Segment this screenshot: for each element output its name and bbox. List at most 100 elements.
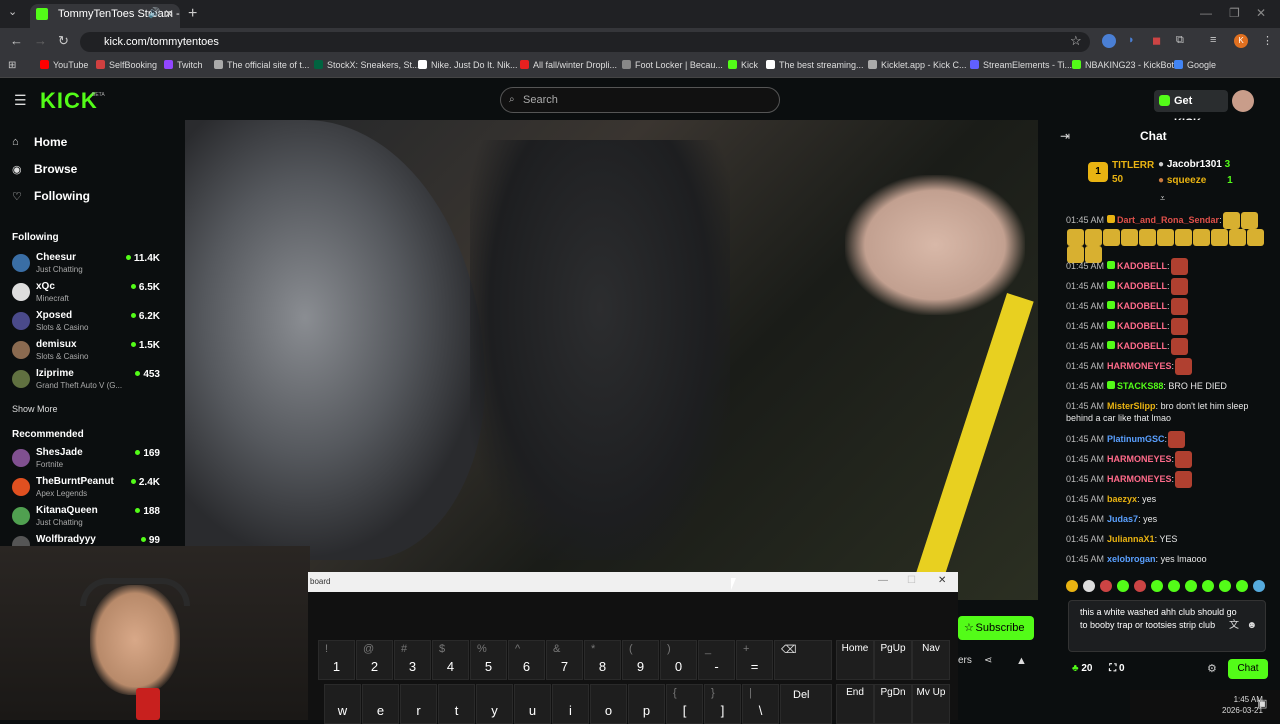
minimize-window-button[interactable]: —	[1200, 6, 1212, 20]
extension-icon[interactable]: ◗	[1128, 34, 1135, 46]
keyboard-key[interactable]: | \	[742, 684, 779, 724]
bookmark-item[interactable]: The best streaming...	[766, 60, 864, 70]
keyboard-title-bar[interactable]: board	[308, 572, 958, 592]
bookmark-item[interactable]: YouTube	[40, 60, 88, 70]
sidebar-channel-following[interactable]: demisux Slots & Casino 1.5K	[12, 339, 162, 365]
bookmark-item[interactable]: Kicklet.app - Kick C...	[868, 60, 967, 70]
delete-key[interactable]: Del	[780, 684, 832, 724]
pinned-gifter-second[interactable]: ● Jacobr1301 3	[1158, 159, 1230, 170]
tab-search-icon[interactable]: ≡	[1210, 34, 1216, 46]
keyboard-nav-key[interactable]: PgDn	[874, 684, 912, 724]
emote-shortcut-icon[interactable]	[1100, 580, 1112, 592]
keyboard-key[interactable]: % 5	[470, 640, 507, 680]
bookmark-item[interactable]: Nike. Just Do It. Nik...	[418, 60, 518, 70]
sidebar-channel-recommended[interactable]: KitanaQueen Just Chatting 188	[12, 505, 162, 531]
keyboard-key[interactable]: ^ 6	[508, 640, 545, 680]
bookmark-item[interactable]: SelfBooking	[96, 60, 157, 70]
keyboard-key[interactable]: e	[362, 684, 399, 724]
keyboard-key[interactable]: o	[590, 684, 627, 724]
keyboard-close-icon[interactable]: ✕	[938, 575, 946, 586]
keyboard-key[interactable]: w	[324, 684, 361, 724]
message-username[interactable]: PlatinumGSC	[1107, 434, 1165, 444]
message-username[interactable]: KADOBELL	[1117, 281, 1167, 291]
keyboard-key[interactable]: _ -	[698, 640, 735, 680]
sidebar-channel-following[interactable]: Cheesur Just Chatting 11.4K	[12, 252, 162, 278]
bookmark-item[interactable]: StreamElements - Ti...	[970, 60, 1072, 70]
bookmark-item[interactable]: Kick	[728, 60, 758, 70]
url-input[interactable]: kick.com/tommytentoes	[80, 32, 1090, 52]
sidebar-channel-following[interactable]: Xposed Slots & Casino 6.2K	[12, 310, 162, 336]
sidebar-channel-following[interactable]: Iziprime Grand Theft Auto V (G... 453	[12, 368, 162, 394]
message-username[interactable]: MisterSlipp	[1107, 401, 1156, 411]
show-more-link[interactable]: Show More	[12, 404, 58, 414]
emote-shortcut-icon[interactable]	[1134, 580, 1146, 592]
chat-settings-icon[interactable]: ⚙	[1207, 662, 1217, 675]
sidebar-item-browse[interactable]: Browse	[34, 162, 77, 176]
keyboard-key[interactable]: (9	[622, 640, 659, 680]
keyboard-key[interactable]: }]	[704, 684, 741, 724]
keyboard-nav-key[interactable]: End	[836, 684, 874, 724]
keyboard-key[interactable]: #3	[394, 640, 431, 680]
emoji-icon[interactable]: ☻	[1246, 619, 1257, 632]
close-window-button[interactable]: ✕	[1256, 6, 1266, 20]
bookmark-item[interactable]: Foot Locker | Becau...	[622, 60, 723, 70]
keyboard-key[interactable]: @2	[356, 640, 393, 680]
emote-shortcut-icon[interactable]	[1236, 580, 1248, 592]
expand-leaderboard-icon[interactable]: ⩡	[1160, 193, 1165, 204]
send-chat-button[interactable]: Chat	[1228, 659, 1268, 679]
bookmark-item[interactable]: All fall/winter Dropli...	[520, 60, 617, 70]
search-input[interactable]: ⌕ Search	[500, 87, 780, 113]
profile-avatar[interactable]: K	[1234, 34, 1248, 48]
sidebar-item-following[interactable]: Following	[34, 189, 90, 203]
bookmark-item[interactable]: Twitch	[164, 60, 203, 70]
extensions-puzzle-icon[interactable]: ⧉	[1176, 34, 1184, 47]
bookmark-star-icon[interactable]: ☆	[1070, 33, 1082, 49]
keyboard-nav-key[interactable]: PgUp	[874, 640, 912, 680]
keyboard-maximize-icon[interactable]: ☐	[907, 575, 916, 586]
extension-icon[interactable]: ◼	[1152, 34, 1161, 47]
emote-shortcut-icon[interactable]	[1219, 580, 1231, 592]
emote-shortcut-icon[interactable]	[1185, 580, 1197, 592]
message-username[interactable]: KADOBELL	[1117, 321, 1167, 331]
message-username[interactable]: Dart_and_Rona_Sendar	[1117, 215, 1219, 225]
emote-shortcut-icon[interactable]	[1168, 580, 1180, 592]
emote-shortcut-icon[interactable]	[1117, 580, 1129, 592]
emote-shortcut-icon[interactable]	[1253, 580, 1265, 592]
sidebar-channel-recommended[interactable]: ShesJade Fortnite 169	[12, 447, 162, 473]
reload-button[interactable]: ↻	[58, 33, 69, 49]
bookmark-item[interactable]: StockX: Sneakers, St...	[314, 60, 420, 70]
chat-input[interactable]: this a white washed ahh club should go t…	[1068, 600, 1266, 652]
message-username[interactable]: KADOBELL	[1117, 301, 1167, 311]
message-username[interactable]: xelobrogan	[1107, 554, 1156, 564]
pinned-gifter-top[interactable]: TITLERR	[1112, 160, 1154, 171]
sidebar-channel-following[interactable]: xQc Minecraft 6.5K	[12, 281, 162, 307]
keyboard-key[interactable]: {[	[666, 684, 703, 724]
share-icon[interactable]: ⋖	[984, 655, 992, 666]
translate-icon[interactable]: 文	[1229, 619, 1239, 632]
subscribe-button[interactable]: ☆ Subscribe	[958, 616, 1034, 640]
browser-menu-icon[interactable]: ⋮	[1262, 34, 1273, 47]
keyboard-key[interactable]: * 8	[584, 640, 621, 680]
keyboard-nav-key[interactable]: Nav	[912, 640, 950, 680]
emote-shortcut-icon[interactable]	[1083, 580, 1095, 592]
close-tab-icon[interactable]: ✕	[164, 4, 174, 24]
report-icon[interactable]: ▲	[1016, 655, 1027, 667]
pinned-gifter-third[interactable]: ● squeeze 1	[1158, 175, 1233, 186]
sidebar-item-home[interactable]: Home	[34, 135, 67, 149]
keyboard-minimize-icon[interactable]: —	[878, 575, 888, 586]
emote-shortcut-icon[interactable]	[1202, 580, 1214, 592]
keyboard-key[interactable]: u	[514, 684, 551, 724]
new-tab-button[interactable]: +	[188, 5, 197, 23]
back-button[interactable]: ←	[10, 33, 23, 48]
keyboard-nav-key[interactable]: Mv Up	[912, 684, 950, 724]
message-username[interactable]: HARMONEYES	[1107, 361, 1172, 371]
user-avatar[interactable]	[1232, 90, 1254, 112]
apps-grid-icon[interactable]: ⊞	[8, 60, 16, 71]
keyboard-key[interactable]: i	[552, 684, 589, 724]
keyboard-key[interactable]: t	[438, 684, 475, 724]
keyboard-key[interactable]: p	[628, 684, 665, 724]
kick-logo[interactable]: KICK	[40, 88, 98, 114]
keyboard-key[interactable]: ) 0	[660, 640, 697, 680]
backspace-key[interactable]: ⌫	[774, 640, 832, 680]
forward-button[interactable]: →	[34, 33, 47, 48]
